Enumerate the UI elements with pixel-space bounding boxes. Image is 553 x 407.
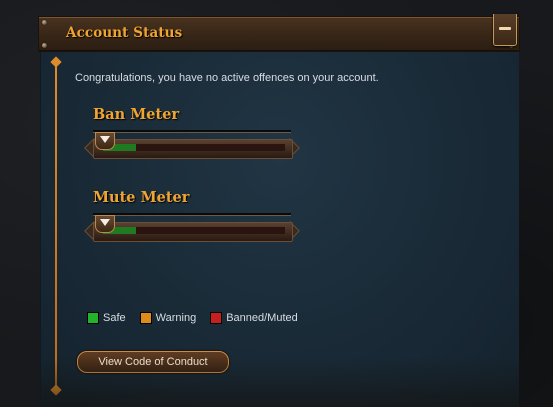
panel-body: Congratulations, you have no active offe… [40,52,519,407]
diamond-icon [50,384,62,396]
collapse-button[interactable] [493,14,517,46]
meter-topline [93,130,291,133]
mute-meter-title: Mute Meter [93,189,190,206]
legend-label: Warning [155,312,197,324]
ban-meter-title: Ban Meter [93,106,180,123]
legend-swatch [210,312,223,324]
account-status-panel: Account Status Congratulations, you have… [38,14,520,407]
legend-item-warning: Warning [139,312,197,324]
meter-indicator-icon [95,215,115,233]
rivet-icon [42,20,47,25]
minus-icon [499,27,511,30]
mute-meter [84,213,300,242]
legend-item-banned: Banned/Muted [210,312,298,324]
meter-indicator-icon [95,132,115,150]
legend-label: Banned/Muted [226,312,298,324]
panel-title: Account Status [66,25,183,41]
meter-topline [93,213,291,216]
meter-legend: Safe Warning Banned/Muted [87,311,312,325]
legend-label: Safe [103,312,126,324]
panel-header: Account Status [38,14,520,52]
legend-swatch [87,312,99,324]
rivet-icon [42,43,47,48]
legend-swatch [139,312,152,324]
side-divider [55,62,57,390]
status-message: Congratulations, you have no active offe… [75,72,379,84]
legend-item-safe: Safe [87,312,126,324]
ban-meter [84,130,300,159]
view-code-of-conduct-button[interactable]: View Code of Conduct [77,351,229,373]
